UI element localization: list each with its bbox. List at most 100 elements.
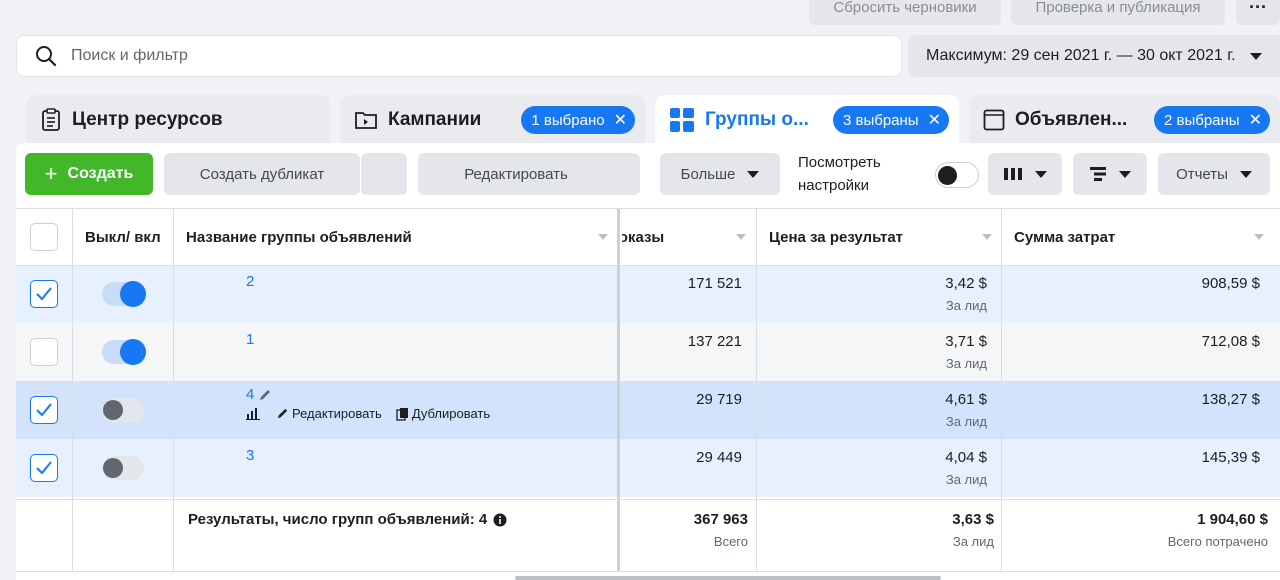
- ad-set-name-link[interactable]: 4: [246, 386, 272, 403]
- sort-icon[interactable]: [598, 234, 608, 240]
- duplicate-button[interactable]: Создать дубликат: [164, 153, 360, 195]
- impressions-value: 171 521: [687, 275, 742, 292]
- row-checkbox[interactable]: [30, 396, 58, 424]
- column-header-amount-spent[interactable]: Сумма затрат: [1014, 209, 1254, 265]
- row-toggle[interactable]: [102, 398, 144, 422]
- column-header-toggle[interactable]: Выкл/ вкл: [85, 209, 175, 265]
- total-spent-value: 1 904,60 $: [1197, 511, 1268, 528]
- horizontal-scrollbar[interactable]: [515, 576, 941, 580]
- edit-dropdown-button[interactable]: [594, 153, 640, 195]
- ad-set-name: 4: [246, 386, 255, 403]
- search-icon: [36, 46, 57, 67]
- toggle-knob: [120, 339, 146, 365]
- totals-label-text: Результаты, число групп объявлений: 4: [188, 511, 488, 528]
- selection-chip[interactable]: 1 выбрано ✕: [521, 106, 635, 134]
- search-input[interactable]: Поиск и фильтр: [16, 35, 902, 77]
- ad-set-name-link[interactable]: 1: [246, 331, 254, 348]
- columns-icon: [1004, 168, 1022, 180]
- impressions-header-label: Показы: [622, 228, 665, 246]
- cost-per-result-label: За лид: [945, 298, 987, 313]
- row-actions: Редактировать Дублировать: [246, 406, 490, 421]
- amount-spent-value: 712,08 $: [1201, 333, 1260, 350]
- ad-set-name-link[interactable]: 2: [246, 273, 254, 290]
- toggle-knob: [938, 166, 957, 185]
- column-divider: [72, 209, 73, 571]
- footer-divider: [16, 499, 1280, 500]
- row-checkbox[interactable]: [30, 280, 58, 308]
- sort-icon[interactable]: [736, 234, 746, 240]
- breakdown-button[interactable]: [1073, 153, 1147, 195]
- duplicate-action-label: Дублировать: [411, 406, 491, 421]
- chevron-down-icon: [1119, 170, 1131, 178]
- edit-button[interactable]: Редактировать: [418, 153, 614, 195]
- table-row[interactable]: 3 29 449 4,04 $ За лид 145,39 $: [16, 439, 1280, 497]
- reports-button[interactable]: Отчеты: [1158, 153, 1270, 195]
- sort-icon[interactable]: [1254, 234, 1264, 240]
- ad-icon: [983, 109, 1005, 131]
- tab-label: Центр ресурсов: [72, 109, 223, 130]
- view-settings-toggle[interactable]: [935, 162, 979, 188]
- tab-resource-center[interactable]: Центр ресурсов: [26, 95, 330, 145]
- info-icon[interactable]: [493, 513, 507, 527]
- column-divider: [756, 209, 757, 571]
- columns-button[interactable]: [988, 153, 1062, 195]
- create-button[interactable]: + Создать: [25, 153, 153, 195]
- impressions-value: 29 719: [696, 391, 742, 408]
- toggle-knob: [103, 400, 123, 420]
- sort-icon[interactable]: [982, 234, 992, 240]
- edit-action-label: Редактировать: [292, 406, 382, 421]
- column-header-cost-per-result[interactable]: Цена за результат: [769, 209, 989, 265]
- bar-chart-icon[interactable]: [246, 407, 260, 420]
- breakdown-icon: [1090, 167, 1106, 181]
- more-options-button[interactable]: ···: [1236, 0, 1280, 25]
- table-row[interactable]: 1 137 221 3,71 $ За лид 712,08 $: [16, 323, 1280, 381]
- select-all-checkbox[interactable]: [30, 223, 58, 251]
- cost-per-result-label: За лид: [945, 414, 987, 429]
- more-button[interactable]: Больше: [660, 153, 780, 195]
- row-edit-action[interactable]: Редактировать: [276, 406, 382, 421]
- selection-chip[interactable]: 3 выбраны ✕: [832, 106, 949, 134]
- totals-row: Результаты, число групп объявлений: 4 36…: [16, 499, 1280, 571]
- tab-ad-sets[interactable]: Группы о... 3 выбраны ✕: [655, 95, 959, 145]
- row-toggle[interactable]: [102, 281, 146, 307]
- tab-label: Группы о...: [705, 109, 809, 130]
- column-header-name[interactable]: Название группы объявлений: [186, 209, 606, 265]
- close-icon[interactable]: ✕: [614, 110, 627, 130]
- pencil-icon[interactable]: [258, 388, 272, 402]
- row-checkbox[interactable]: [30, 454, 58, 482]
- chevron-down-icon: [747, 170, 760, 178]
- ad-set-name-link[interactable]: 3: [246, 447, 254, 464]
- chip-label: 3 выбраны: [842, 111, 919, 129]
- column-divider: [1001, 209, 1002, 571]
- total-cost-per-result-value: 3,63 $: [952, 511, 994, 528]
- tab-label: Объявлен...: [1015, 109, 1128, 130]
- tab-ads[interactable]: Объявлен... 2 выбраны ✕: [969, 95, 1280, 145]
- duplicate-dropdown-button[interactable]: [361, 153, 407, 195]
- table-row[interactable]: 4 Редактировать Дублировать 29 719 4,61 …: [16, 381, 1280, 439]
- copy-icon: [396, 407, 408, 421]
- amount-spent-value: 145,39 $: [1201, 449, 1260, 466]
- table-row[interactable]: 2 171 521 3,42 $ За лид 908,59 $: [16, 265, 1280, 323]
- close-icon[interactable]: ✕: [928, 110, 941, 130]
- row-checkbox[interactable]: [30, 338, 58, 366]
- reset-drafts-button[interactable]: Сбросить черновики: [809, 0, 1001, 25]
- amount-spent-value: 908,59 $: [1201, 275, 1260, 292]
- toggle-knob: [120, 281, 146, 307]
- tab-label: Кампании: [388, 109, 482, 130]
- selection-chip[interactable]: 2 выбраны ✕: [1153, 106, 1270, 134]
- frozen-column-divider: [617, 209, 620, 571]
- tab-campaigns[interactable]: Кампании 1 выбрано ✕: [340, 95, 645, 145]
- date-range-picker[interactable]: Максимум: 29 сен 2021 г. — 30 окт 2021 г…: [908, 35, 1280, 77]
- chip-label: 2 выбраны: [1163, 111, 1240, 129]
- cost-per-result-value: 3,42 $: [945, 275, 987, 292]
- close-icon[interactable]: ✕: [1249, 110, 1262, 130]
- column-divider: [173, 209, 174, 571]
- row-duplicate-action[interactable]: Дублировать: [396, 406, 490, 421]
- toggle-knob: [103, 458, 123, 478]
- review-publish-button[interactable]: Проверка и публикация: [1011, 0, 1225, 25]
- totals-label: Результаты, число групп объявлений: 4: [188, 511, 507, 528]
- chevron-down-icon: [1239, 170, 1252, 178]
- row-toggle[interactable]: [102, 456, 144, 480]
- clipboard-icon: [40, 108, 62, 132]
- row-toggle[interactable]: [102, 339, 146, 365]
